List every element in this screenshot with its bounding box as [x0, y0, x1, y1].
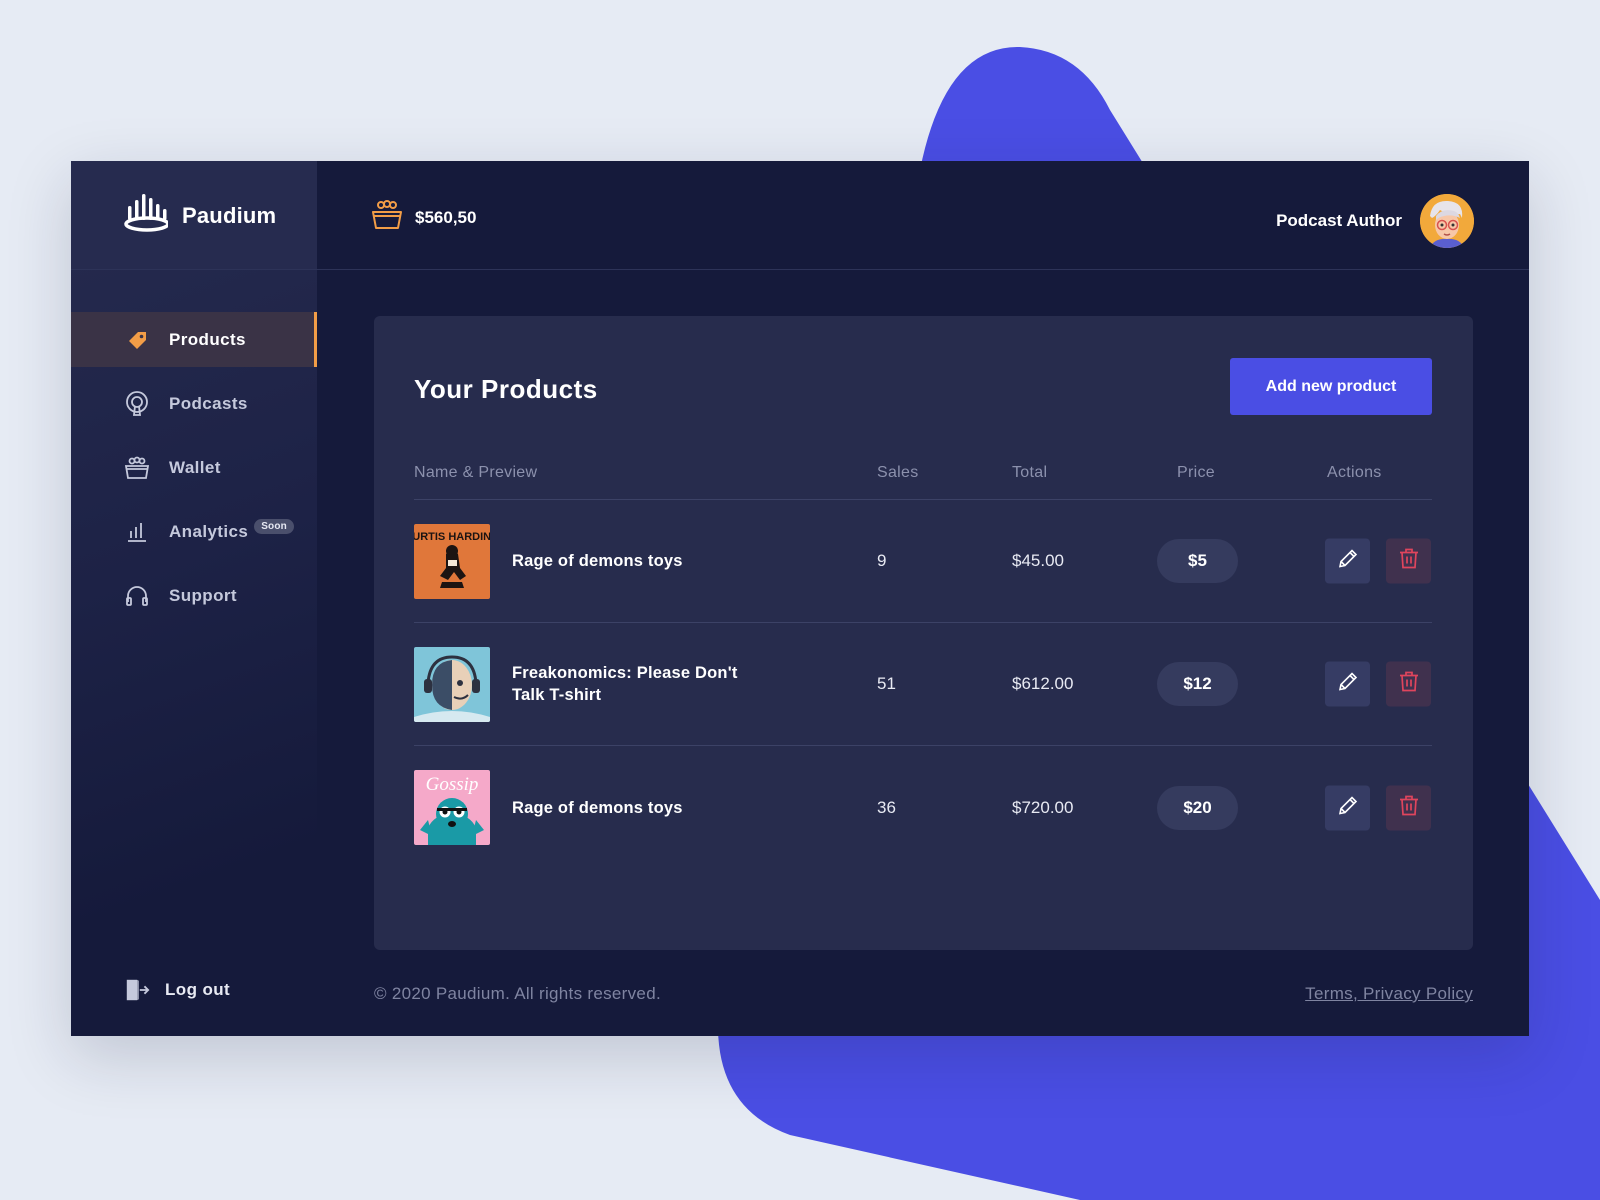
sidebar-item-label: Support	[169, 585, 237, 605]
product-thumbnail	[414, 647, 490, 722]
product-total: $45.00	[1012, 551, 1064, 570]
sidebar-nav: Products Podcasts Wallet Analytics Soon	[71, 312, 317, 632]
sidebar-item-analytics[interactable]: Analytics Soon	[71, 504, 317, 559]
copyright-text: © 2020 Paudium. All rights reserved.	[374, 984, 661, 1003]
edit-button[interactable]	[1325, 661, 1370, 707]
column-header-name[interactable]: Name & Preview	[414, 464, 537, 482]
product-total: $720.00	[1012, 797, 1074, 817]
sidebar-item-label: Products	[169, 329, 246, 349]
edit-button[interactable]	[1325, 785, 1370, 830]
tag-icon	[124, 327, 150, 353]
product-thumbnail: Gossip	[414, 770, 490, 845]
delete-button[interactable]	[1386, 538, 1431, 584]
product-name: Rage of demons toys	[512, 798, 683, 817]
product-sales: 9	[877, 551, 887, 570]
balance-amount: $560,50	[415, 207, 477, 227]
price-badge: $5	[1157, 539, 1238, 583]
product-sales: 36	[877, 797, 896, 817]
product-name: Freakonomics: Please Don't Talk T-shirt	[512, 664, 738, 704]
headphones-icon	[124, 583, 150, 609]
table-row[interactable]: Gossip Rage of demons toys 36 $720.00 $2…	[414, 746, 1432, 869]
user-avatar[interactable]	[1420, 194, 1474, 248]
logout-button[interactable]: Log out	[124, 977, 230, 1003]
trash-icon	[1399, 671, 1419, 698]
edit-button[interactable]	[1325, 538, 1370, 584]
sidebar-item-wallet[interactable]: Wallet	[71, 440, 317, 495]
product-total: $612.00	[1012, 674, 1074, 693]
table-header: Name & Preview Sales Total Price Actions	[414, 456, 1432, 500]
product-name: Rage of demons toys	[512, 552, 683, 570]
table-row[interactable]: Freakonomics: Please Don't Talk T-shirt …	[414, 623, 1432, 746]
price-badge: $20	[1157, 785, 1238, 830]
sidebar-item-label: Podcasts	[169, 393, 248, 413]
column-header-sales[interactable]: Sales	[877, 464, 919, 482]
sidebar-item-podcasts[interactable]: Podcasts	[71, 376, 317, 431]
delete-button[interactable]	[1386, 661, 1431, 707]
product-thumbnail: CURTIS HARDING	[414, 524, 490, 599]
column-header-total[interactable]: Total	[1012, 464, 1047, 482]
app-window: Paudium Products Podcasts Wallet Analyti…	[71, 161, 1529, 1036]
thumb-title: Gossip	[426, 774, 479, 795]
user-name: Podcast Author	[1276, 211, 1402, 230]
terms-privacy-link[interactable]: Terms, Privacy Policy	[1305, 984, 1473, 1004]
podcast-icon	[124, 390, 150, 417]
wallet-icon	[124, 455, 150, 481]
table-row[interactable]: CURTIS HARDING Rage of demons toys 9 $45…	[414, 500, 1432, 623]
logout-label: Log out	[165, 980, 231, 999]
wallet-balance[interactable]: $560,50	[371, 199, 476, 236]
delete-button[interactable]	[1386, 785, 1431, 830]
sidebar-item-label: Analytics	[169, 521, 249, 541]
sidebar: Paudium Products Podcasts Wallet Analyti…	[71, 161, 317, 1036]
header-divider	[71, 269, 1529, 270]
product-sales: 51	[877, 674, 896, 693]
sidebar-item-label: Wallet	[169, 457, 221, 477]
podium-logo-icon	[124, 194, 170, 237]
brand-name: Paudium	[182, 202, 277, 228]
thumb-title: CURTIS HARDING	[414, 531, 490, 543]
soon-badge: Soon	[254, 519, 294, 534]
products-table: Name & Preview Sales Total Price Actions…	[414, 456, 1432, 869]
pencil-icon	[1337, 548, 1359, 575]
user-profile[interactable]: Podcast Author	[1276, 194, 1474, 248]
price-badge: $12	[1157, 662, 1238, 706]
brand[interactable]: Paudium	[71, 161, 317, 270]
sidebar-item-products[interactable]: Products	[71, 312, 317, 367]
column-header-price[interactable]: Price	[1177, 464, 1215, 482]
bar-chart-icon	[124, 519, 150, 545]
pencil-icon	[1337, 794, 1359, 821]
products-panel: Your Products Add new product Name & Pre…	[374, 316, 1473, 950]
wallet-basket-icon	[371, 199, 403, 236]
trash-icon	[1399, 794, 1419, 821]
logout-icon	[124, 977, 150, 1003]
pencil-icon	[1337, 671, 1359, 698]
sidebar-item-support[interactable]: Support	[71, 568, 317, 623]
trash-icon	[1399, 548, 1419, 575]
page-title: Your Products	[414, 374, 598, 404]
add-product-button[interactable]: Add new product	[1230, 358, 1432, 415]
column-header-actions: Actions	[1327, 464, 1382, 481]
